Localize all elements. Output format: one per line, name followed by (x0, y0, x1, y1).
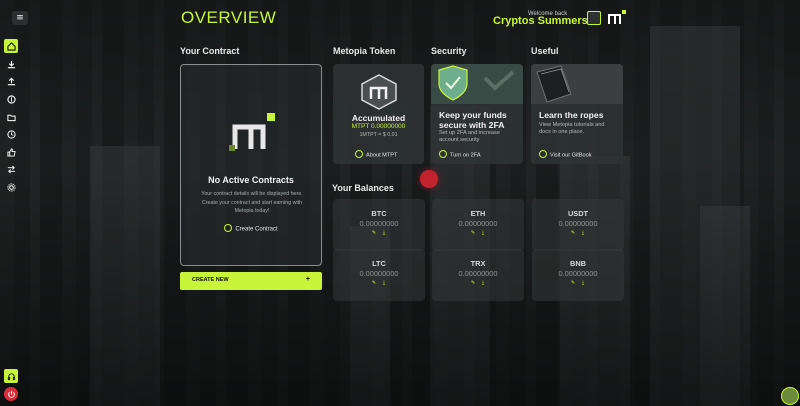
download-icon[interactable] (4, 57, 18, 71)
clock-icon[interactable] (4, 127, 18, 141)
no-contracts-title: No Active Contracts (208, 175, 294, 185)
token-heading: Metopia Token (333, 46, 396, 56)
balance-coin: ETH (470, 209, 486, 218)
headset-icon[interactable] (4, 369, 18, 383)
contract-heading: Your Contract (180, 46, 240, 56)
balance-amount: 0.00000000 (558, 219, 598, 228)
download-icon[interactable]: ⤓ (381, 280, 387, 286)
balances-heading: Your Balances (332, 183, 394, 193)
balance-card-ltc: LTC 0.00000000 ✎ ⤓ (333, 249, 425, 301)
balance-card-btc: BTC 0.00000000 ✎ ⤓ (333, 199, 425, 251)
page-title: OVERVIEW (181, 8, 277, 27)
balance-card-usdt: USDT 0.00000000 ✎ ⤓ (532, 199, 624, 251)
chat-icon[interactable] (781, 387, 799, 405)
download-icon[interactable]: ⤓ (580, 230, 586, 236)
balance-card-bnb: BNB 0.00000000 ✎ ⤓ (532, 249, 624, 301)
arrow-circle-icon (439, 150, 447, 158)
book-icon (531, 64, 623, 104)
avatar[interactable] (587, 11, 601, 25)
token-title: Accumulated (351, 113, 406, 123)
balance-amount: 0.00000000 (558, 269, 598, 278)
swap-icon[interactable] (4, 162, 18, 176)
balance-amount: 0.00000000 (359, 219, 399, 228)
folder-icon[interactable] (4, 110, 18, 124)
balance-amount: 0.00000000 (359, 269, 399, 278)
token-card: Accumulated MTPT 0.00000000 1MTPT = $ 0.… (333, 64, 424, 164)
collapse-menu-icon[interactable]: ≡ (12, 11, 28, 25)
pencil-icon[interactable]: ✎ (371, 280, 377, 286)
balance-coin: LTC (372, 259, 386, 268)
top-bar: ≡ OVERVIEW Welcome back Cryptos Summers (0, 0, 800, 34)
home-icon[interactable] (4, 39, 18, 53)
power-icon[interactable] (4, 387, 18, 401)
shield-icon (431, 64, 523, 104)
download-icon[interactable]: ⤓ (480, 280, 486, 286)
balance-coin: BTC (371, 209, 387, 218)
security-description: Set up 2FA and increase account security (439, 130, 500, 143)
about-mtpt-link[interactable]: About MTPT (355, 150, 397, 159)
pencil-icon[interactable]: ✎ (470, 230, 476, 236)
plus-icon: + (305, 276, 310, 283)
token-rate: 1MTPT = $ 0.01 (359, 132, 398, 138)
balance-coin: TRX (470, 259, 486, 268)
create-contract-link[interactable]: Create Contract (181, 224, 321, 233)
useful-heading: Useful (531, 46, 559, 56)
cursor-highlight (420, 170, 438, 188)
download-icon[interactable]: ⤓ (480, 230, 486, 236)
balance-coin: USDT (567, 209, 589, 218)
create-new-button[interactable]: CREATE NEW + (180, 272, 322, 290)
balance-card-eth: ETH 0.00000000 ✎ ⤓ (432, 199, 524, 251)
currency-icon[interactable] (4, 92, 18, 106)
security-title: Keep your funds secure with 2FA (439, 110, 507, 130)
useful-card: Learn the ropes View Metopia tutorials a… (531, 64, 623, 164)
metopia-logo-icon (229, 113, 275, 151)
pencil-icon[interactable]: ✎ (371, 230, 377, 236)
thumbs-up-icon[interactable] (4, 145, 18, 159)
pencil-icon[interactable]: ✎ (570, 230, 576, 236)
balance-coin: BNB (569, 259, 586, 268)
balance-amount: 0.00000000 (458, 269, 498, 278)
arrow-circle-icon (224, 224, 233, 232)
token-coin-icon (361, 74, 397, 110)
useful-description: View Metopia tutorials and docs in one p… (539, 122, 605, 135)
visit-gitbook-link[interactable]: Visit our GitBook (539, 150, 592, 159)
arrow-circle-icon (539, 150, 547, 158)
arrow-circle-icon (355, 150, 363, 158)
pencil-icon[interactable]: ✎ (570, 280, 576, 286)
metopia-logo-icon[interactable] (607, 9, 627, 26)
security-heading: Security (431, 46, 467, 56)
security-card: Keep your funds secure with 2FA Set up 2… (431, 64, 523, 164)
balance-amount: 0.00000000 (458, 219, 498, 228)
username: Cryptos Summers (493, 15, 588, 27)
no-contracts-description: Your contract details will be displayed … (201, 191, 303, 215)
token-amount: MTPT 0.00000000 (351, 123, 406, 130)
turn-on-2fa-link[interactable]: Turn on 2FA (439, 150, 481, 159)
download-icon[interactable]: ⤓ (381, 230, 387, 236)
balance-card-trx: TRX 0.00000000 ✎ ⤓ (432, 249, 524, 301)
contract-card: No Active Contracts Your contract detail… (180, 64, 322, 266)
pencil-icon[interactable]: ✎ (470, 280, 476, 286)
download-icon[interactable]: ⤓ (580, 280, 586, 286)
useful-title: Learn the ropes (539, 110, 604, 120)
gear-icon[interactable] (4, 180, 18, 194)
upload-icon[interactable] (4, 74, 18, 88)
